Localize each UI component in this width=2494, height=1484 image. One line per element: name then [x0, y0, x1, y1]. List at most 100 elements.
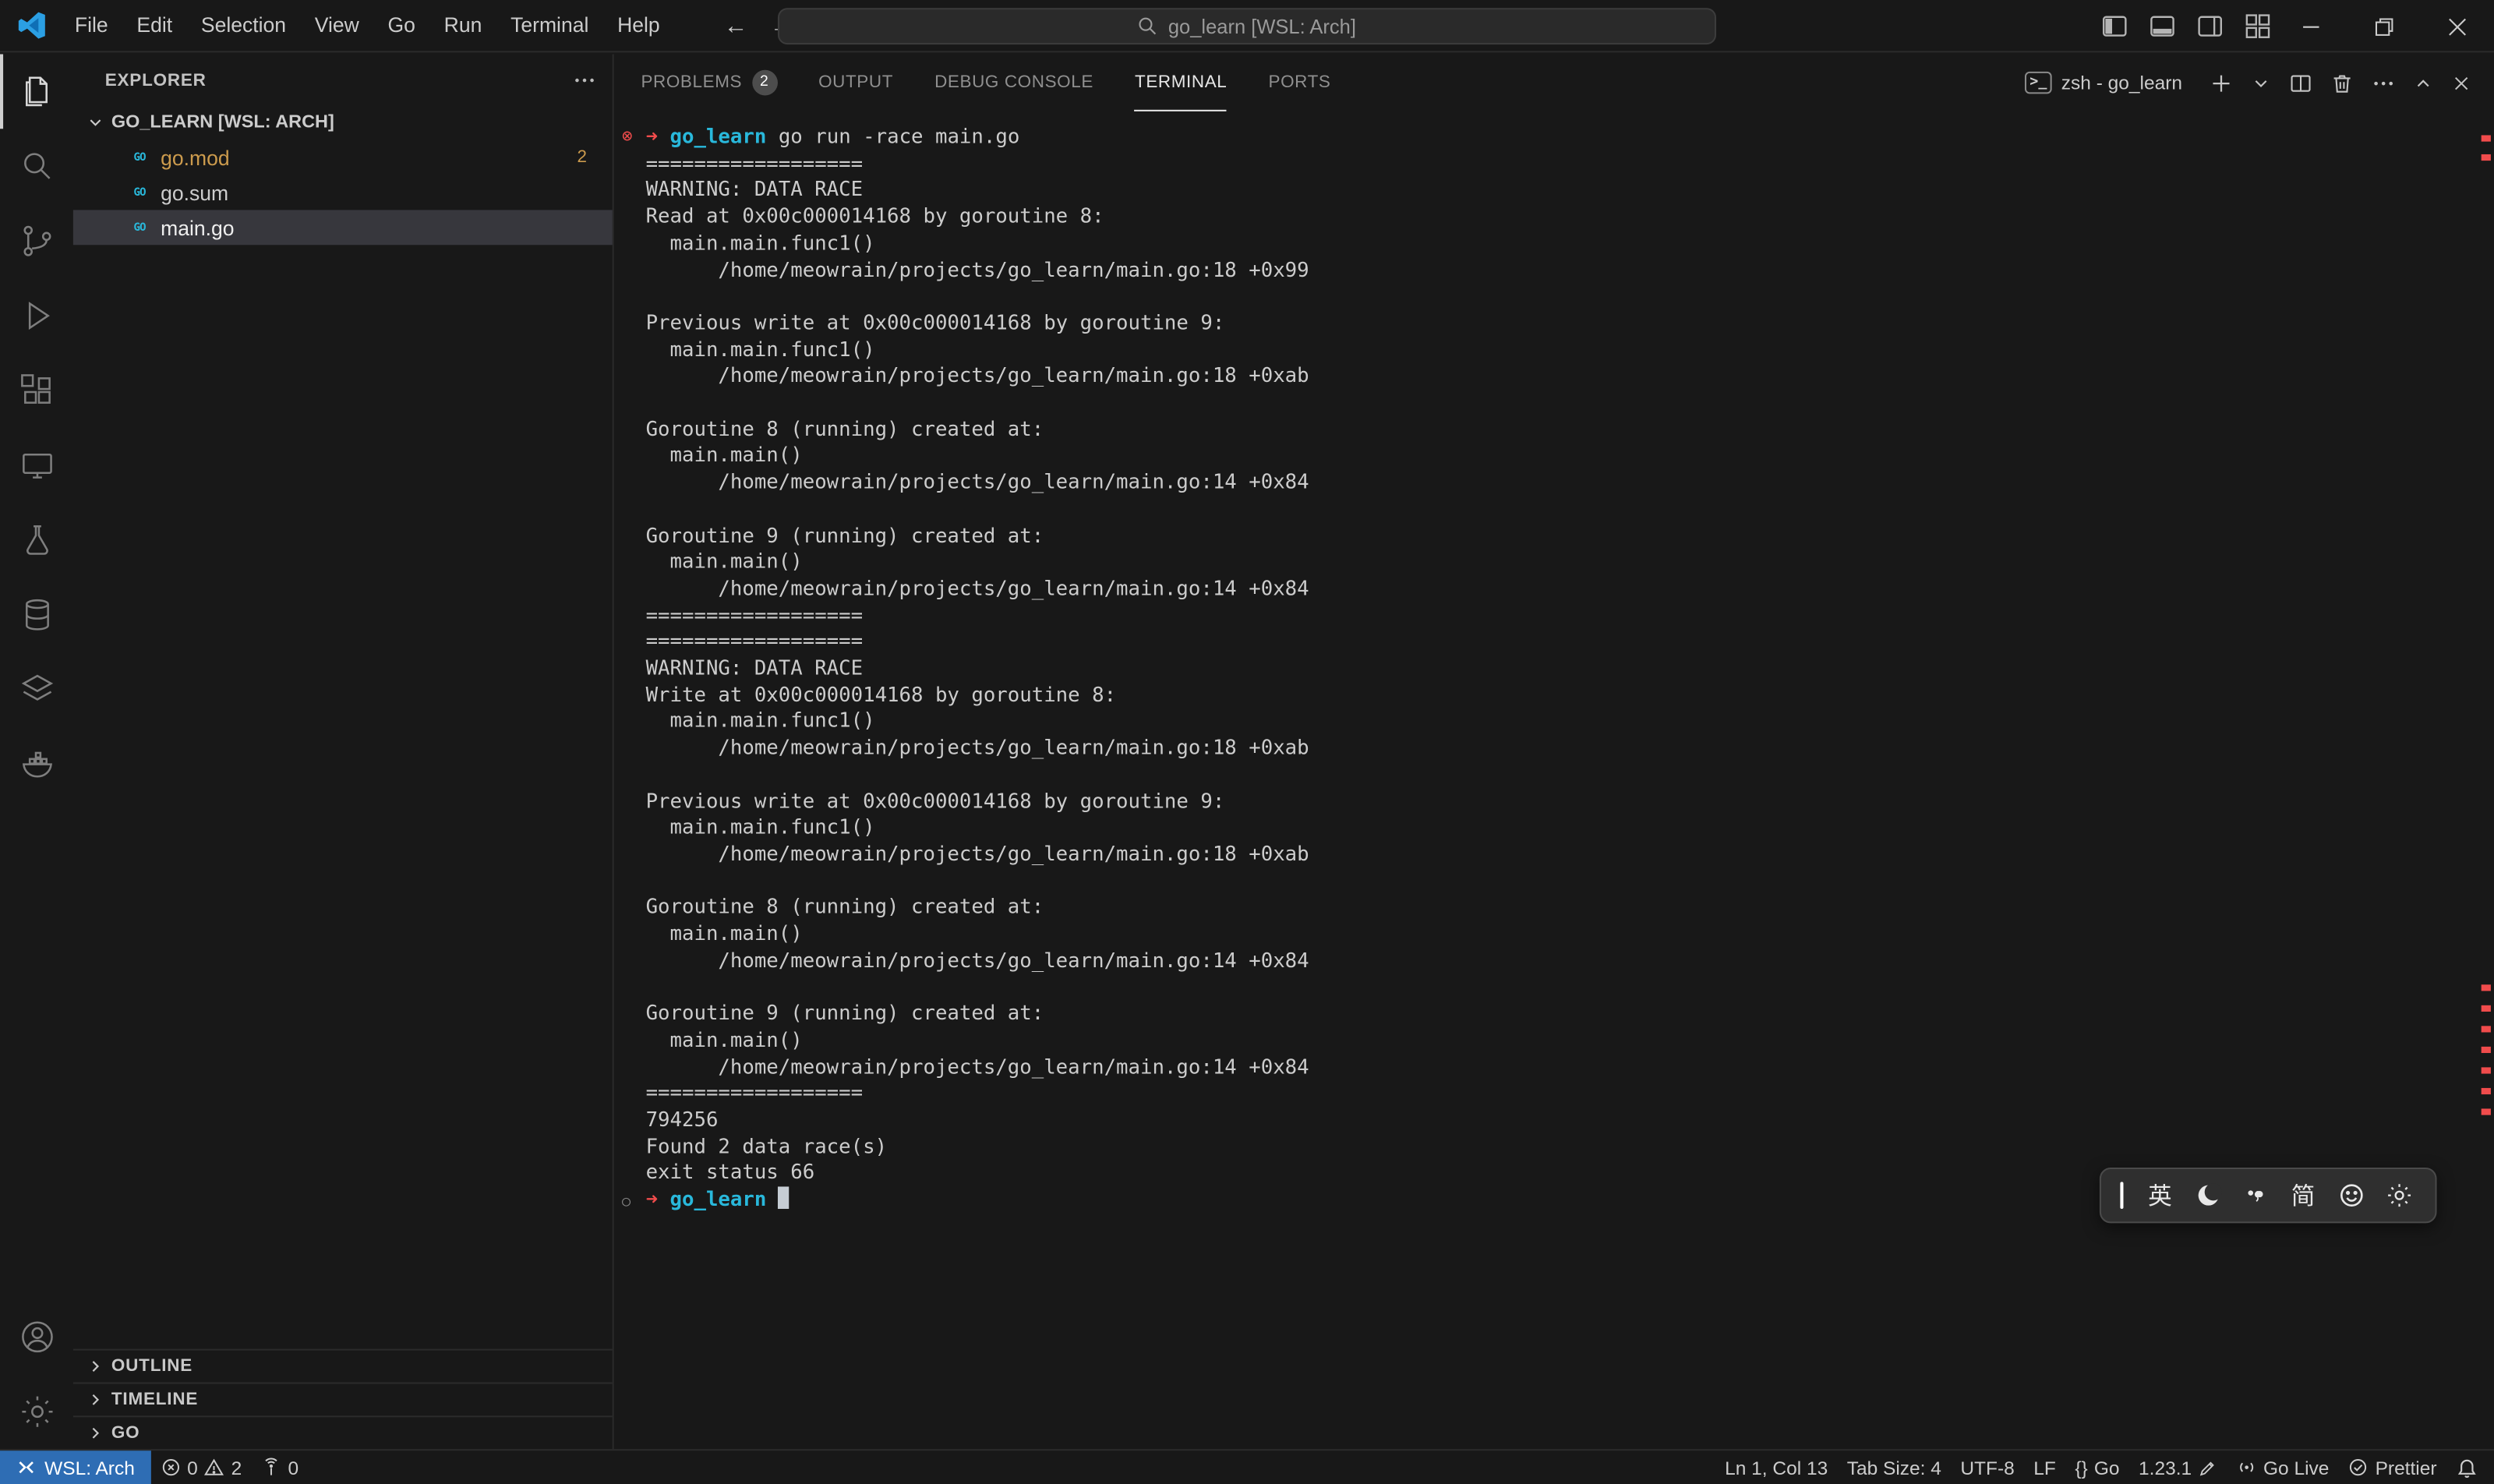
split-terminal-icon[interactable] — [2289, 71, 2313, 95]
close-panel-icon[interactable] — [2451, 72, 2472, 94]
activity-testing[interactable] — [0, 503, 73, 578]
terminal-line: /home/meowrain/projects/go_learn/main.go… — [646, 576, 2478, 602]
ports-status[interactable]: 0 — [252, 1450, 309, 1484]
panel-tab-debug-console[interactable]: DEBUG CONSOLE — [934, 54, 1093, 111]
terminal-line: main.main() — [646, 1027, 2478, 1054]
panel-tab-problems[interactable]: PROBLEMS2 — [641, 54, 777, 111]
terminal-line — [646, 761, 2478, 788]
terminal-line — [646, 496, 2478, 522]
activity-layers[interactable] — [0, 652, 73, 727]
error-ruler-mark — [2482, 135, 2491, 141]
nav-back-icon[interactable]: ← — [724, 12, 748, 40]
ime-toolbar: 英 简 — [2100, 1168, 2437, 1223]
panel-tab-output[interactable]: OUTPUT — [818, 54, 893, 111]
command-center-search[interactable]: go_learn [WSL: Arch] — [778, 8, 1716, 44]
remote-indicator[interactable]: WSL: Arch — [0, 1450, 150, 1484]
chevron-right-icon — [86, 1390, 104, 1409]
activity-accounts[interactable] — [0, 1299, 73, 1374]
activity-remote-explorer[interactable] — [0, 428, 73, 503]
file-go.sum[interactable]: GOgo.sum — [73, 175, 613, 210]
terminal-line: Found 2 data race(s) — [646, 1134, 2478, 1161]
activity-database[interactable] — [0, 578, 73, 652]
terminal-line: main.main() — [646, 921, 2478, 948]
activity-settings[interactable] — [0, 1374, 73, 1449]
section-go[interactable]: GO — [73, 1415, 613, 1449]
notifications-bell[interactable] — [2446, 1450, 2488, 1484]
activity-extensions[interactable] — [0, 353, 73, 428]
panel-tab-terminal[interactable]: TERMINAL — [1135, 54, 1227, 111]
ime-fullwidth-moon-icon[interactable] — [2184, 1171, 2231, 1219]
ime-emoji-icon[interactable] — [2327, 1171, 2375, 1219]
ime-charset-mode[interactable]: 简 — [2279, 1171, 2326, 1219]
ime-language-mode[interactable]: 英 — [2136, 1171, 2184, 1219]
terminal-output[interactable]: ⊗➜ go_learn go run -race main.go========… — [614, 111, 2478, 1449]
menu-terminal[interactable]: Terminal — [496, 8, 603, 43]
menu-file[interactable]: File — [61, 8, 122, 43]
maximize-panel-icon[interactable] — [2413, 72, 2434, 94]
ime-punctuation-icon[interactable] — [2231, 1171, 2279, 1219]
menu-help[interactable]: Help — [603, 8, 674, 43]
ime-settings-gear-icon[interactable] — [2375, 1171, 2422, 1219]
terminal-line: Goroutine 8 (running) created at: — [646, 895, 2478, 921]
file-main.go[interactable]: GOmain.go — [73, 210, 613, 245]
toggle-sidebar-icon[interactable] — [2101, 12, 2128, 40]
terminal-line: ⊗➜ go_learn go run -race main.go — [646, 124, 2478, 150]
go-live-status[interactable]: Go Live — [2227, 1450, 2339, 1484]
toggle-panel-icon[interactable] — [2149, 12, 2176, 40]
customize-layout-icon[interactable] — [2245, 12, 2272, 40]
menu-selection[interactable]: Selection — [187, 8, 301, 43]
error-ruler-mark — [2482, 154, 2491, 161]
database-icon — [18, 596, 55, 633]
menu-edit[interactable]: Edit — [122, 8, 186, 43]
panel-more-actions-icon[interactable] — [2372, 71, 2396, 95]
terminal-icon: >_ — [2025, 72, 2051, 94]
bell-icon — [2456, 1456, 2478, 1479]
section-timeline[interactable]: TIMELINE — [73, 1382, 613, 1415]
menu-go[interactable]: Go — [373, 8, 429, 43]
activity-source-control[interactable] — [0, 203, 73, 278]
panel-tab-ports[interactable]: PORTS — [1268, 54, 1330, 111]
explorer-more-actions-icon[interactable] — [573, 69, 597, 93]
terminal-line: main.main.func1() — [646, 231, 2478, 257]
prettier-status[interactable]: Prettier — [2339, 1450, 2446, 1484]
terminal-line — [646, 974, 2478, 1001]
terminal-line: Goroutine 8 (running) created at: — [646, 416, 2478, 443]
go-version-status[interactable]: 1.23.1 — [2129, 1450, 2227, 1484]
activity-docker[interactable] — [0, 727, 73, 802]
terminal-instance[interactable]: >_ zsh - go_learn — [2025, 72, 2182, 94]
terminal-line: Previous write at 0x00c000014168 by goro… — [646, 788, 2478, 814]
warnings-icon — [204, 1457, 225, 1478]
panel-tab-label: DEBUG CONSOLE — [934, 72, 1093, 91]
restore-button[interactable] — [2347, 0, 2421, 52]
extensions-icon — [18, 373, 55, 409]
problems-badge: 2 — [751, 69, 777, 95]
eol-status[interactable]: LF — [2024, 1450, 2065, 1484]
language-mode-status[interactable]: {}Go — [2065, 1450, 2129, 1484]
error-ruler-mark — [2482, 984, 2491, 991]
kill-terminal-icon[interactable] — [2330, 71, 2354, 95]
problems-status[interactable]: 0 2 — [150, 1450, 251, 1484]
chevron-right-icon — [86, 1424, 104, 1443]
search-text: go_learn [WSL: Arch] — [1168, 15, 1356, 37]
terminal-line: /home/meowrain/projects/go_learn/main.go… — [646, 363, 2478, 390]
terminal-line: main.main.func1() — [646, 814, 2478, 841]
error-ruler-mark — [2482, 1005, 2491, 1012]
activity-explorer[interactable] — [0, 54, 73, 129]
file-go.mod[interactable]: GOgo.mod2 — [73, 140, 613, 175]
new-terminal-icon[interactable] — [2210, 71, 2234, 95]
activity-run-debug[interactable] — [0, 278, 73, 353]
menu-run[interactable]: Run — [429, 8, 496, 43]
minimize-button[interactable] — [2274, 0, 2347, 52]
section-outline[interactable]: OUTLINE — [73, 1349, 613, 1383]
toggle-secondary-sidebar-icon[interactable] — [2196, 12, 2224, 40]
file-name: main.go — [161, 216, 234, 240]
close-button[interactable] — [2421, 0, 2494, 52]
tab-size-status[interactable]: Tab Size: 4 — [1837, 1450, 1951, 1484]
terminal-dropdown-icon[interactable] — [2251, 72, 2272, 94]
braces-icon: {} — [2075, 1456, 2087, 1479]
cursor-position-status[interactable]: Ln 1, Col 13 — [1715, 1450, 1838, 1484]
menu-view[interactable]: View — [300, 8, 373, 43]
encoding-status[interactable]: UTF-8 — [1951, 1450, 2024, 1484]
activity-search[interactable] — [0, 129, 73, 203]
workspace-root-folder[interactable]: GO_LEARN [WSL: ARCH] — [73, 105, 613, 140]
